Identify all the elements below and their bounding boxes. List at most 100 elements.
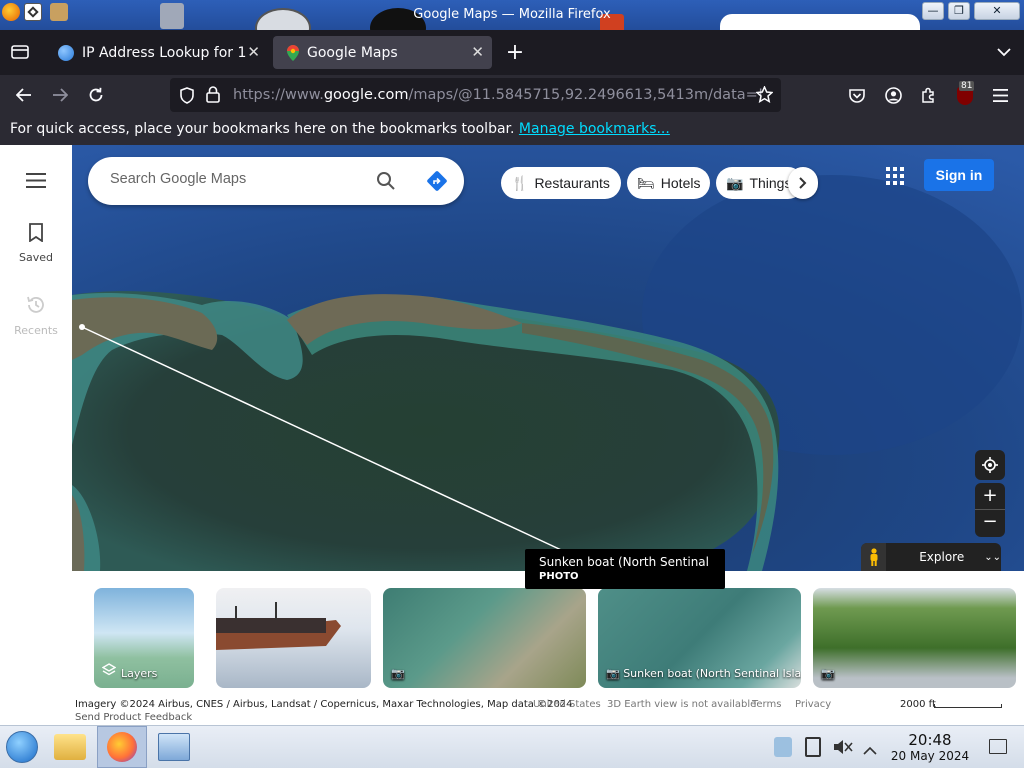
firefox-taskbar-icon[interactable] (97, 726, 147, 768)
chip-label: Hotels (660, 175, 701, 191)
lock-icon[interactable] (206, 86, 220, 107)
volume-muted-icon[interactable] (833, 738, 853, 760)
layers-label: Layers (121, 667, 158, 680)
sign-in-button[interactable]: Sign in (924, 159, 994, 191)
maps-side-rail: Saved Recents (0, 145, 72, 725)
chips-next-button[interactable] (788, 167, 818, 199)
hotels-chip[interactable]: 🛏 Hotels (627, 167, 710, 199)
send-feedback-link[interactable]: Send Product Feedback (75, 712, 192, 723)
zoom-controls: + − (975, 483, 1005, 537)
zoom-out-button[interactable]: − (975, 510, 1005, 537)
explore-panel[interactable]: Explore ⌄⌄ (861, 543, 1001, 571)
show-desktop-icon[interactable] (989, 739, 1007, 754)
restaurants-chip[interactable]: 🍴 Restaurants (501, 167, 621, 199)
earth-notice: 3D Earth view is not available (607, 699, 757, 710)
close-tab-icon[interactable]: ✕ (471, 43, 484, 61)
bookmarks-toolbar: For quick access, place your bookmarks h… (0, 115, 1024, 145)
terms-link[interactable]: Terms (752, 699, 781, 710)
maps-footer: Imagery ©2024 Airbus, CNES / Airbus, Lan… (72, 697, 1024, 725)
maximize-button[interactable]: ❐ (948, 2, 970, 20)
tooltip-subtitle: PHOTO (539, 571, 579, 582)
file-manager-icon[interactable] (54, 734, 86, 760)
extension-badge: 81 (959, 81, 975, 91)
photo-tooltip: Sunken boat (North Sentinal I... PHOTO (525, 549, 725, 589)
list-all-tabs-icon[interactable] (992, 40, 1016, 64)
clock-time: 20:48 (908, 731, 952, 749)
fork-knife-icon: 🍴 (511, 174, 529, 191)
chip-label: Things (749, 175, 792, 191)
back-icon[interactable] (12, 83, 36, 107)
privacy-link[interactable]: Privacy (795, 699, 831, 710)
tab-bar: IP Address Lookup for 14 ✕ Google Maps ✕… (0, 30, 1024, 75)
search-icon[interactable] (376, 171, 396, 195)
search-input[interactable] (110, 171, 360, 187)
hamburger-menu-icon[interactable] (988, 83, 1012, 107)
control-panel-icon[interactable] (158, 733, 190, 761)
google-maps-page: Saved Recents + − Explore ⌄⌄ Search Goog… (0, 145, 1024, 725)
satellite-map[interactable]: + − Explore ⌄⌄ (72, 145, 1024, 571)
location-target-icon (982, 457, 998, 473)
camera-icon: 📷 (391, 667, 405, 680)
ublock-extension-icon[interactable]: 81 (953, 81, 977, 107)
camera-icon: 📷 (726, 174, 744, 191)
address-bar[interactable]: https://www.google.com/maps/@11.5845715,… (170, 78, 781, 112)
photo-strip: Layers 📷 📷 Sunken boat (North Sentinal I… (72, 571, 1024, 697)
taskbar: 20:48 20 May 2024 (0, 725, 1024, 768)
pocket-icon[interactable] (845, 83, 869, 107)
shield-icon[interactable] (179, 87, 195, 108)
photo-thumbnail[interactable]: 📷 (813, 588, 1016, 688)
layers-button[interactable]: Layers (94, 588, 194, 688)
pegman-icon[interactable] (861, 543, 887, 571)
country-link[interactable]: United States (533, 699, 601, 710)
expand-icon: ⌄⌄ (984, 551, 1001, 563)
firefox-view-icon[interactable] (8, 40, 32, 64)
tab-ip-lookup[interactable]: IP Address Lookup for 14 ✕ (46, 36, 268, 69)
photo-thumbnail[interactable]: 📷 Sunken boat (North Sentinal Isla... (598, 588, 801, 688)
search-box (88, 157, 464, 205)
bookmark-icon (29, 223, 43, 245)
tray-clipboard-icon[interactable] (805, 737, 821, 757)
tab-google-maps[interactable]: Google Maps ✕ (273, 36, 492, 69)
globe-icon (58, 44, 74, 61)
tray-network-icon[interactable] (774, 737, 792, 757)
imagery-attribution: Imagery ©2024 Airbus, CNES / Airbus, Lan… (75, 699, 573, 710)
minimize-button[interactable]: — (922, 2, 944, 20)
photo-thumbnail[interactable]: 📷 (383, 588, 586, 688)
scale-label[interactable]: 2000 ft (900, 699, 936, 710)
start-menu-icon[interactable] (6, 731, 38, 763)
my-location-button[interactable] (975, 450, 1005, 480)
satellite-imagery (72, 145, 1024, 571)
bookmarks-message: For quick access, place your bookmarks h… (10, 121, 670, 137)
account-icon[interactable] (881, 83, 905, 107)
clock[interactable]: 20:48 20 May 2024 (890, 731, 970, 763)
google-apps-icon[interactable] (886, 167, 904, 189)
maps-pin-icon (287, 44, 299, 61)
manage-bookmarks-link[interactable]: Manage bookmarks... (519, 121, 670, 137)
close-window-button[interactable]: ✕ (974, 2, 1020, 20)
clock-date: 20 May 2024 (890, 749, 970, 763)
layers-icon (101, 662, 117, 681)
forward-icon[interactable] (48, 83, 72, 107)
scale-bar (934, 704, 1002, 708)
directions-icon[interactable] (426, 170, 448, 196)
nav-bar: https://www.google.com/maps/@11.5845715,… (0, 75, 1024, 115)
history-icon (26, 295, 46, 318)
reload-icon[interactable] (84, 83, 108, 107)
photo-thumbnail[interactable] (216, 588, 371, 688)
menu-icon[interactable] (26, 173, 46, 192)
bookmark-star-icon[interactable] (755, 85, 774, 107)
tray-expand-icon[interactable] (863, 740, 877, 759)
zoom-in-button[interactable]: + (975, 483, 1005, 510)
new-tab-icon[interactable]: + (503, 40, 527, 65)
chip-label: Restaurants (534, 175, 610, 191)
recents-button[interactable]: Recents (0, 295, 72, 337)
bed-icon: 🛏 (637, 174, 655, 191)
window-title: Google Maps — Mozilla Firefox (413, 7, 611, 22)
extensions-icon[interactable] (917, 83, 941, 107)
url-text: https://www.google.com/maps/@11.5845715,… (233, 87, 764, 103)
window-titlebar: Google Maps — Mozilla Firefox — ❐ ✕ (0, 0, 1024, 30)
ship-photo (216, 602, 341, 650)
saved-label: Saved (19, 251, 53, 264)
close-tab-icon[interactable]: ✕ (247, 43, 260, 61)
saved-button[interactable]: Saved (0, 223, 72, 264)
